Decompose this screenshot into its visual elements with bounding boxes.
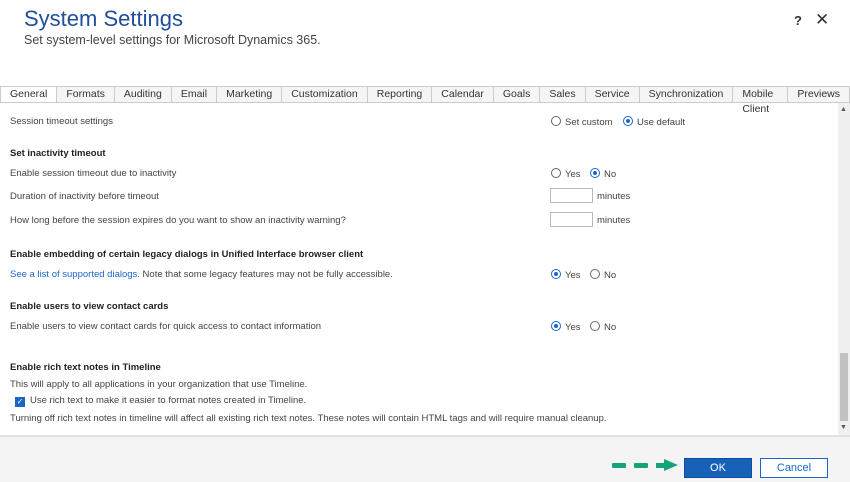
section-heading: Enable users to view contact cards — [10, 301, 169, 312]
option-label: Yes — [565, 322, 581, 333]
radio-selected-icon — [551, 321, 561, 331]
radio-icon — [551, 116, 561, 126]
checkbox-label: Use rich text to make it easier to forma… — [30, 395, 307, 406]
tab-sales[interactable]: Sales — [540, 86, 586, 103]
warning-label: How long before the session expires do y… — [10, 215, 346, 226]
radio-selected-icon — [590, 168, 600, 178]
page-title: System Settings — [24, 6, 183, 31]
option-label: Yes — [565, 270, 581, 281]
tab-formats[interactable]: Formats — [57, 86, 115, 103]
minutes-label: minutes — [597, 191, 631, 202]
legacy-yes-radio[interactable]: Yes — [551, 269, 581, 281]
tab-auditing[interactable]: Auditing — [114, 86, 172, 103]
enable-inactivity-label: Enable session timeout due to inactivity — [10, 168, 177, 179]
tab-mobile-client[interactable]: Mobile Client — [733, 86, 789, 115]
help-button[interactable]: ? — [794, 13, 802, 28]
rich-warning: Turning off rich text notes in timeline … — [10, 413, 607, 424]
contact-yes-radio[interactable]: Yes — [551, 321, 581, 333]
tab-reporting[interactable]: Reporting — [367, 86, 433, 103]
section-heading: Enable rich text notes in Timeline — [10, 362, 161, 373]
scrollbar[interactable]: ▲ ▼ — [838, 103, 850, 435]
cancel-button[interactable]: Cancel — [760, 458, 828, 478]
tab-customization[interactable]: Customization — [282, 86, 368, 103]
section-heading: Set inactivity timeout — [10, 148, 106, 159]
duration-input[interactable] — [550, 188, 593, 203]
session-timeout-label: Session timeout settings — [10, 116, 113, 127]
set-custom-radio[interactable]: Set custom — [551, 116, 613, 128]
inactivity-yes-radio[interactable]: Yes — [551, 168, 581, 180]
scroll-down-icon[interactable]: ▼ — [840, 424, 847, 431]
radio-selected-icon — [551, 269, 561, 279]
contact-label: Enable users to view contact cards for q… — [10, 321, 322, 332]
radio-selected-icon — [623, 116, 633, 126]
contact-no-radio[interactable]: No — [590, 321, 616, 333]
radio-icon — [551, 168, 561, 178]
minutes-label: minutes — [597, 215, 631, 226]
supported-dialogs-link[interactable]: See a list of supported dialogs. — [10, 269, 140, 280]
warning-input[interactable] — [550, 212, 593, 227]
radio-icon — [590, 269, 600, 279]
close-button[interactable]: ✕ — [815, 10, 829, 30]
tab-marketing[interactable]: Marketing — [217, 86, 283, 103]
option-label: Yes — [565, 169, 581, 180]
legacy-description: See a list of supported dialogs. Note th… — [10, 269, 393, 280]
option-label: No — [604, 322, 617, 333]
tab-goals[interactable]: Goals — [493, 86, 541, 103]
legacy-no-radio[interactable]: No — [590, 269, 616, 281]
tab-email[interactable]: Email — [171, 86, 218, 103]
ok-button[interactable]: OK — [684, 458, 752, 478]
option-label: No — [604, 270, 617, 281]
tab-synchronization[interactable]: Synchronization — [639, 86, 734, 103]
section-heading: Enable embedding of certain legacy dialo… — [10, 249, 364, 260]
use-default-radio[interactable]: Use default — [623, 116, 685, 128]
option-label: No — [604, 169, 617, 180]
tab-bar: General Formats Auditing Email Marketing… — [0, 86, 850, 115]
page-subtitle: Set system-level settings for Microsoft … — [24, 33, 321, 47]
scrollbar-thumb[interactable] — [840, 353, 848, 421]
tab-general[interactable]: General — [0, 86, 58, 103]
legacy-text: Note that some legacy features may not b… — [139, 269, 393, 280]
option-label: Set custom — [565, 117, 613, 128]
tab-service[interactable]: Service — [585, 86, 640, 103]
option-label: Use default — [637, 117, 686, 128]
inactivity-no-radio[interactable]: No — [590, 168, 616, 180]
radio-icon — [590, 321, 600, 331]
tab-previews[interactable]: Previews — [788, 86, 850, 103]
duration-label: Duration of inactivity before timeout — [10, 191, 159, 202]
checkbox-checked-icon: ✓ — [15, 397, 25, 407]
dashed-arrow-icon — [612, 459, 678, 471]
scroll-up-icon[interactable]: ▲ — [840, 106, 847, 113]
settings-panel: Session timeout settings Set custom Use … — [0, 103, 838, 435]
rich-description: This will apply to all applications in y… — [10, 379, 308, 390]
rich-text-checkbox[interactable]: ✓ Use rich text to make it easier to form… — [15, 395, 306, 407]
footer: OK Cancel — [0, 435, 850, 482]
tab-calendar[interactable]: Calendar — [432, 86, 494, 103]
